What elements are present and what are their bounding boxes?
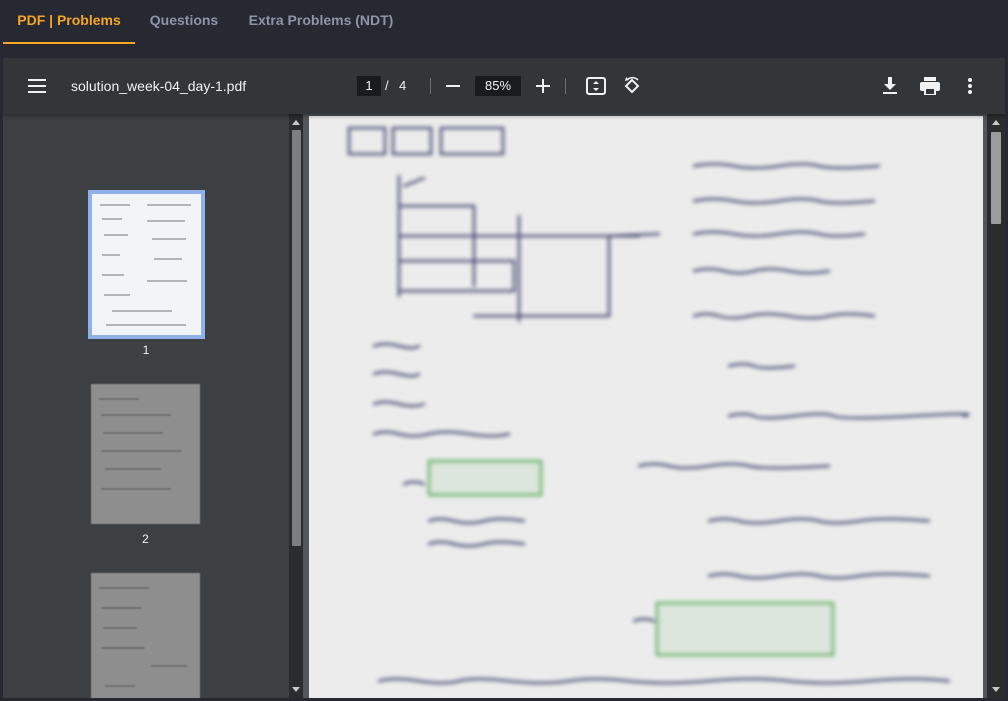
scroll-down-arrow-icon[interactable]	[292, 687, 300, 692]
pdf-toolbar: solution_week-04_day-1.pdf / 4	[3, 58, 1005, 114]
page-separator: /	[385, 78, 389, 93]
thumbnail-page-number: 1	[142, 343, 150, 357]
fit-page-button[interactable]	[580, 70, 612, 102]
document-title: solution_week-04_day-1.pdf	[71, 78, 247, 94]
hamburger-menu-icon	[28, 79, 46, 93]
page-total: 4	[399, 78, 407, 93]
print-button[interactable]	[914, 70, 946, 102]
toolbar-divider	[565, 78, 566, 94]
plus-icon	[536, 79, 550, 93]
rotate-button[interactable]	[616, 70, 648, 102]
fit-page-icon	[586, 77, 606, 95]
rotate-counterclockwise-icon	[624, 76, 640, 94]
pdf-viewer: solution_week-04_day-1.pdf / 4	[3, 58, 1005, 698]
thumbnail-page-1[interactable]: 1	[88, 190, 205, 357]
tab-extra-problems[interactable]: Extra Problems (NDT)	[240, 0, 402, 44]
tab-bar: PDF | Problems Questions Extra Problems …	[0, 0, 1008, 58]
tab-pdf-problems[interactable]: PDF | Problems	[3, 0, 135, 44]
document-area	[303, 114, 1005, 698]
thumbnail-page-3[interactable]: 3	[91, 573, 200, 698]
scroll-up-arrow-icon[interactable]	[292, 120, 300, 125]
thumbnail-page-2[interactable]: 2	[91, 384, 200, 546]
download-button[interactable]	[874, 70, 906, 102]
thumbnail-sidebar: 1 2 3	[3, 114, 289, 698]
download-icon	[883, 77, 897, 94]
thumbnail-image	[91, 573, 200, 698]
thumbnail-image	[91, 384, 200, 524]
sidebar-scroll-thumb[interactable]	[292, 130, 301, 546]
more-actions-button[interactable]	[954, 70, 986, 102]
thumbnail-page-number: 2	[142, 532, 149, 546]
sidebar-scrollbar[interactable]	[289, 114, 303, 698]
thumbnail-image	[88, 190, 205, 339]
toolbar-divider	[430, 78, 431, 94]
scroll-down-arrow-icon[interactable]	[992, 687, 1000, 692]
more-vert-icon	[968, 78, 972, 94]
zoom-out-button[interactable]	[437, 70, 469, 102]
zoom-in-button[interactable]	[527, 70, 559, 102]
document-scrollbar[interactable]	[987, 114, 1005, 698]
document-scroll-thumb[interactable]	[991, 132, 1001, 224]
zoom-input[interactable]	[475, 76, 521, 96]
tab-questions[interactable]: Questions	[140, 0, 228, 44]
sidebar-toggle-button[interactable]	[21, 70, 53, 102]
handwritten-page-content	[347, 126, 970, 685]
minus-icon	[446, 85, 460, 87]
pdf-page-1	[309, 116, 983, 698]
scroll-up-arrow-icon[interactable]	[992, 120, 1000, 125]
print-icon	[920, 77, 940, 95]
page-number-input[interactable]	[357, 76, 381, 96]
